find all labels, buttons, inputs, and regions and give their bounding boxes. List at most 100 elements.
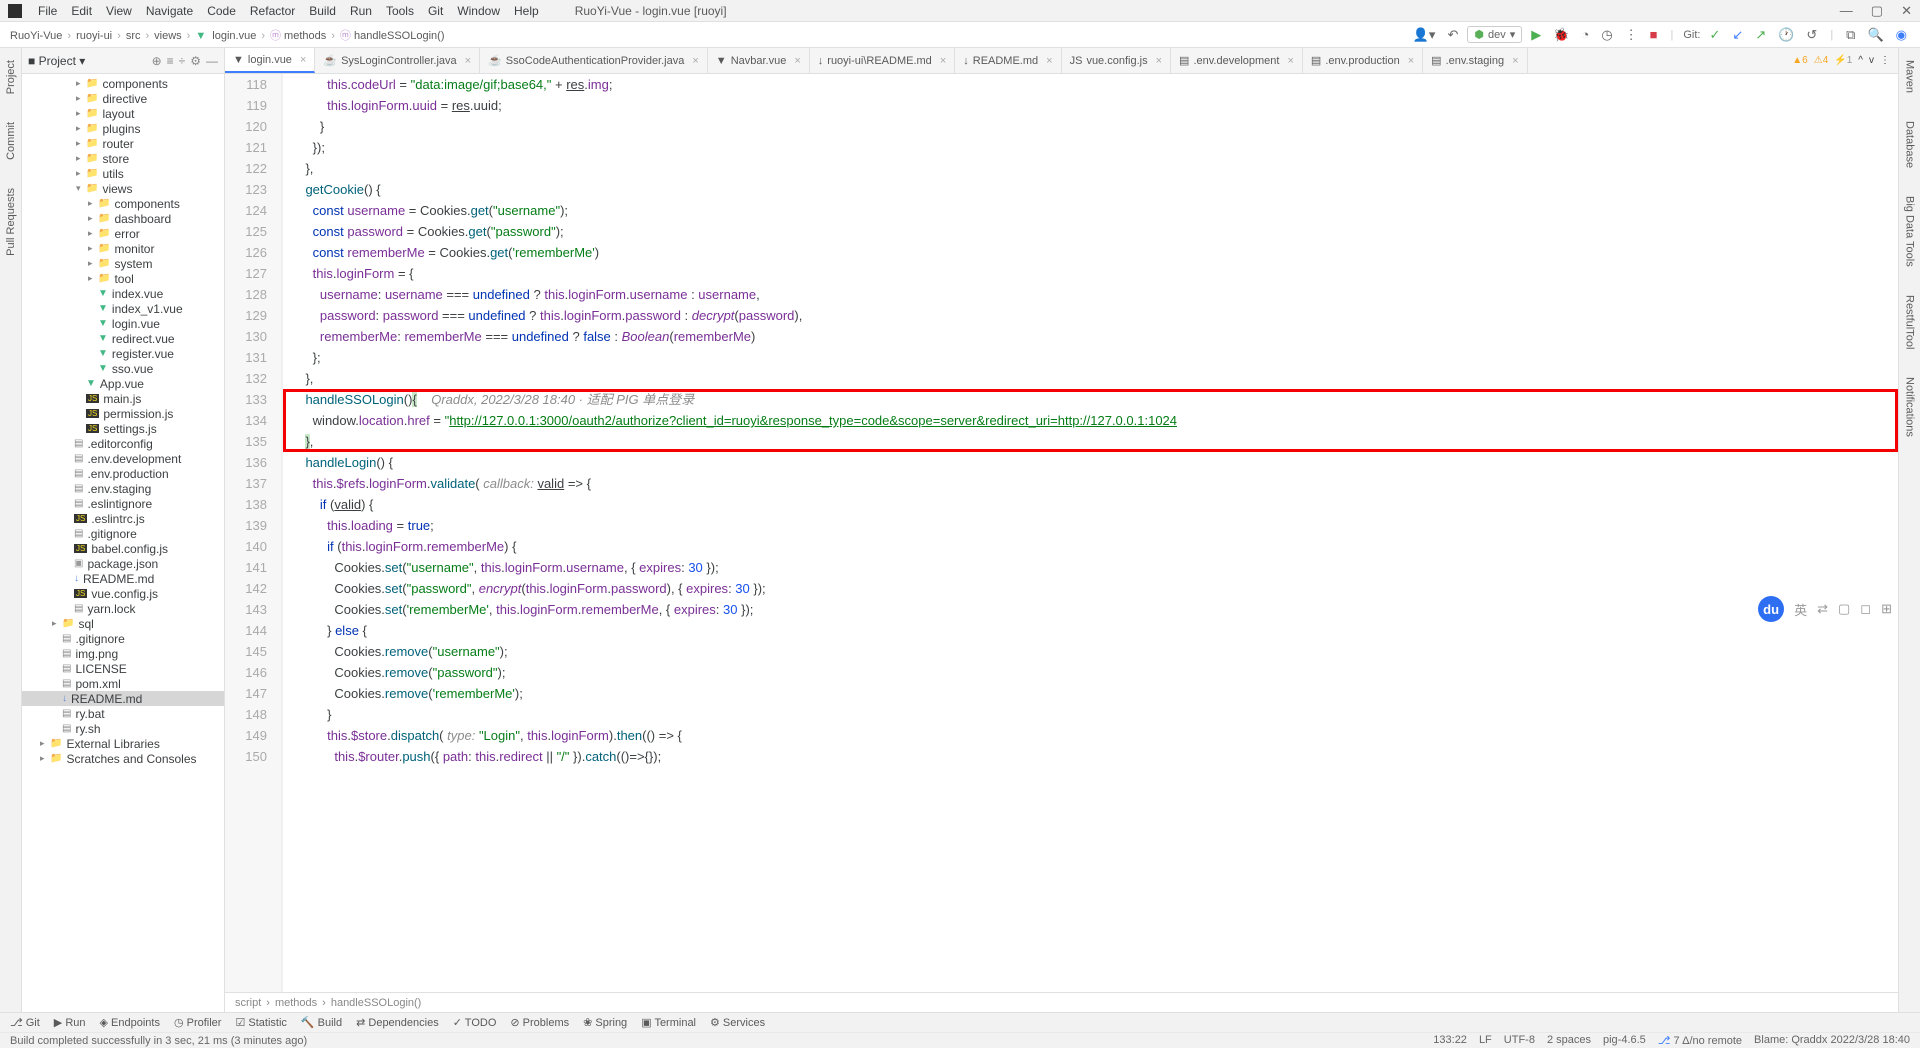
tab-.env.production[interactable]: ▤.env.production× bbox=[1303, 48, 1423, 73]
status-6[interactable]: Blame: Qraddx 2022/3/28 18:40 bbox=[1754, 1034, 1910, 1047]
back-icon[interactable]: ↶ bbox=[1444, 27, 1461, 43]
menu-window[interactable]: Window bbox=[451, 2, 506, 20]
tree-dashboard[interactable]: ▸📁dashboard bbox=[22, 211, 224, 226]
close-icon[interactable]: × bbox=[1408, 55, 1414, 67]
tab-login.vue[interactable]: ▼login.vue× bbox=[225, 48, 315, 73]
commit-icon[interactable]: ✓ bbox=[1707, 27, 1724, 43]
tree-.env.development[interactable]: ▤.env.development bbox=[22, 451, 224, 466]
lang-badge[interactable]: 英 bbox=[1794, 600, 1807, 619]
baidu-icon[interactable]: du bbox=[1758, 596, 1784, 622]
bottom-dependencies[interactable]: ⇄ Dependencies bbox=[356, 1016, 439, 1029]
bottom-git[interactable]: ⎇ Git bbox=[10, 1016, 40, 1029]
code-breadcrumb[interactable]: script›methods›handleSSOLogin() bbox=[225, 992, 1898, 1012]
close-icon[interactable]: × bbox=[1287, 55, 1293, 67]
bottom-services[interactable]: ⚙ Services bbox=[710, 1016, 765, 1029]
bottom-todo[interactable]: ✓ TODO bbox=[453, 1016, 497, 1029]
tree-.eslintrc.js[interactable]: JS.eslintrc.js bbox=[22, 511, 224, 526]
bottom-endpoints[interactable]: ◈ Endpoints bbox=[100, 1016, 160, 1029]
tab-.env.development[interactable]: ▤.env.development× bbox=[1171, 48, 1303, 73]
add-user-icon[interactable]: 👤▾ bbox=[1410, 27, 1439, 43]
tree-sql[interactable]: ▸📁sql bbox=[22, 616, 224, 631]
tab-SysLoginController.java[interactable]: ☕SysLoginController.java× bbox=[315, 48, 480, 73]
code-crumb[interactable]: script bbox=[235, 997, 261, 1009]
tree-External Libraries[interactable]: ▸📁External Libraries bbox=[22, 736, 224, 751]
tree-monitor[interactable]: ▸📁monitor bbox=[22, 241, 224, 256]
tab-SsoCodeAuthenticationProvider.java[interactable]: ☕SsoCodeAuthenticationProvider.java× bbox=[480, 48, 708, 73]
tree-register.vue[interactable]: ▼register.vue bbox=[22, 346, 224, 361]
menu-refactor[interactable]: Refactor bbox=[244, 2, 301, 20]
tree-yarn.lock[interactable]: ▤yarn.lock bbox=[22, 601, 224, 616]
hide-icon[interactable]: — bbox=[206, 54, 218, 68]
stop-icon[interactable]: ■ bbox=[1647, 27, 1661, 42]
close-icon[interactable]: × bbox=[794, 55, 800, 67]
bottom-toolbar[interactable]: ⎇ Git ▶ Run ◈ Endpoints ◷ Profiler ☑ Statist… bbox=[0, 1012, 1920, 1032]
tree-README.md[interactable]: ↓README.md bbox=[22, 571, 224, 586]
crumb-0[interactable]: RuoYi-Vue bbox=[10, 30, 62, 42]
run-config-dropdown[interactable]: ⬢dev▾ bbox=[1467, 26, 1522, 43]
tree-sso.vue[interactable]: ▼sso.vue bbox=[22, 361, 224, 376]
tab-.env.staging[interactable]: ▤.env.staging× bbox=[1423, 48, 1527, 73]
tree-permission.js[interactable]: JSpermission.js bbox=[22, 406, 224, 421]
close-icon[interactable]: ✕ bbox=[1901, 3, 1912, 19]
float-icon4[interactable]: ⊞ bbox=[1881, 601, 1892, 617]
tree-router[interactable]: ▸📁router bbox=[22, 136, 224, 151]
bottom-profiler[interactable]: ◷ Profiler bbox=[174, 1016, 222, 1029]
history-icon[interactable]: 🕐 bbox=[1775, 27, 1797, 43]
menu-git[interactable]: Git bbox=[422, 2, 449, 20]
tree-.editorconfig[interactable]: ▤.editorconfig bbox=[22, 436, 224, 451]
right-tab-maven[interactable]: Maven bbox=[1904, 56, 1916, 97]
crumb-2[interactable]: src bbox=[126, 30, 141, 42]
right-tab-big-data-tools[interactable]: Big Data Tools bbox=[1904, 192, 1916, 271]
close-icon[interactable]: × bbox=[692, 55, 698, 67]
tree-redirect.vue[interactable]: ▼redirect.vue bbox=[22, 331, 224, 346]
menu-view[interactable]: View bbox=[100, 2, 138, 20]
tree-index_v1.vue[interactable]: ▼index_v1.vue bbox=[22, 301, 224, 316]
tree-tool[interactable]: ▸📁tool bbox=[22, 271, 224, 286]
tree-index.vue[interactable]: ▼index.vue bbox=[22, 286, 224, 301]
tree-components[interactable]: ▸📁components bbox=[22, 76, 224, 91]
tree-views[interactable]: ▾📁views bbox=[22, 181, 224, 196]
float-icon1[interactable]: ⇄ bbox=[1817, 601, 1828, 617]
crumb-3[interactable]: views bbox=[154, 30, 182, 42]
rollback-icon[interactable]: ↺ bbox=[1803, 27, 1820, 43]
tree-img.png[interactable]: ▤img.png bbox=[22, 646, 224, 661]
minimize-icon[interactable]: — bbox=[1840, 3, 1853, 19]
close-icon[interactable]: × bbox=[1512, 55, 1518, 67]
code-editor[interactable]: this.codeUrl = "data:image/gif;base64," … bbox=[283, 74, 1898, 992]
tree-plugins[interactable]: ▸📁plugins bbox=[22, 121, 224, 136]
right-tab-restfultool[interactable]: RestfulTool bbox=[1904, 291, 1916, 353]
menu-run[interactable]: Run bbox=[344, 2, 378, 20]
crumb-6[interactable]: ⓜ handleSSOLogin() bbox=[340, 30, 445, 42]
tree-utils[interactable]: ▸📁utils bbox=[22, 166, 224, 181]
tree-ry.sh[interactable]: ▤ry.sh bbox=[22, 721, 224, 736]
collapse-icon[interactable]: ÷ bbox=[179, 54, 186, 68]
tree-settings.js[interactable]: JSsettings.js bbox=[22, 421, 224, 436]
tree-vue.config.js[interactable]: JSvue.config.js bbox=[22, 586, 224, 601]
close-icon[interactable]: × bbox=[1046, 55, 1052, 67]
crumb-5[interactable]: ⓜ methods bbox=[270, 30, 326, 42]
bottom-run[interactable]: ▶ Run bbox=[54, 1016, 86, 1029]
status-1[interactable]: LF bbox=[1479, 1034, 1492, 1047]
maximize-icon[interactable]: ▢ bbox=[1871, 3, 1883, 19]
bottom-statistic[interactable]: ☑ Statistic bbox=[235, 1016, 286, 1029]
tree-.gitignore[interactable]: ▤.gitignore bbox=[22, 631, 224, 646]
tab-README.md[interactable]: ↓README.md× bbox=[955, 48, 1061, 73]
close-icon[interactable]: × bbox=[940, 55, 946, 67]
expand-icon[interactable]: ≡ bbox=[167, 54, 174, 68]
menu-build[interactable]: Build bbox=[303, 2, 342, 20]
bottom-terminal[interactable]: ▣ Terminal bbox=[641, 1016, 696, 1029]
right-tab-notifications[interactable]: Notifications bbox=[1904, 373, 1916, 441]
tab-ruoyi-ui\README.md[interactable]: ↓ruoyi-ui\README.md× bbox=[810, 48, 955, 73]
tree-error[interactable]: ▸📁error bbox=[22, 226, 224, 241]
menu-edit[interactable]: Edit bbox=[65, 2, 98, 20]
left-tab-project[interactable]: Project bbox=[5, 56, 17, 98]
tree-main.js[interactable]: JSmain.js bbox=[22, 391, 224, 406]
right-tab-database[interactable]: Database bbox=[1904, 117, 1916, 172]
crumb-1[interactable]: ruoyi-ui bbox=[76, 30, 112, 42]
tree-.env.production[interactable]: ▤.env.production bbox=[22, 466, 224, 481]
float-icon2[interactable]: ▢ bbox=[1838, 601, 1850, 617]
more-icon[interactable]: ⋮ bbox=[1622, 27, 1641, 43]
tree-LICENSE[interactable]: ▤LICENSE bbox=[22, 661, 224, 676]
tree-login.vue[interactable]: ▼login.vue bbox=[22, 316, 224, 331]
tab-vue.config.js[interactable]: JSvue.config.js× bbox=[1062, 48, 1171, 73]
